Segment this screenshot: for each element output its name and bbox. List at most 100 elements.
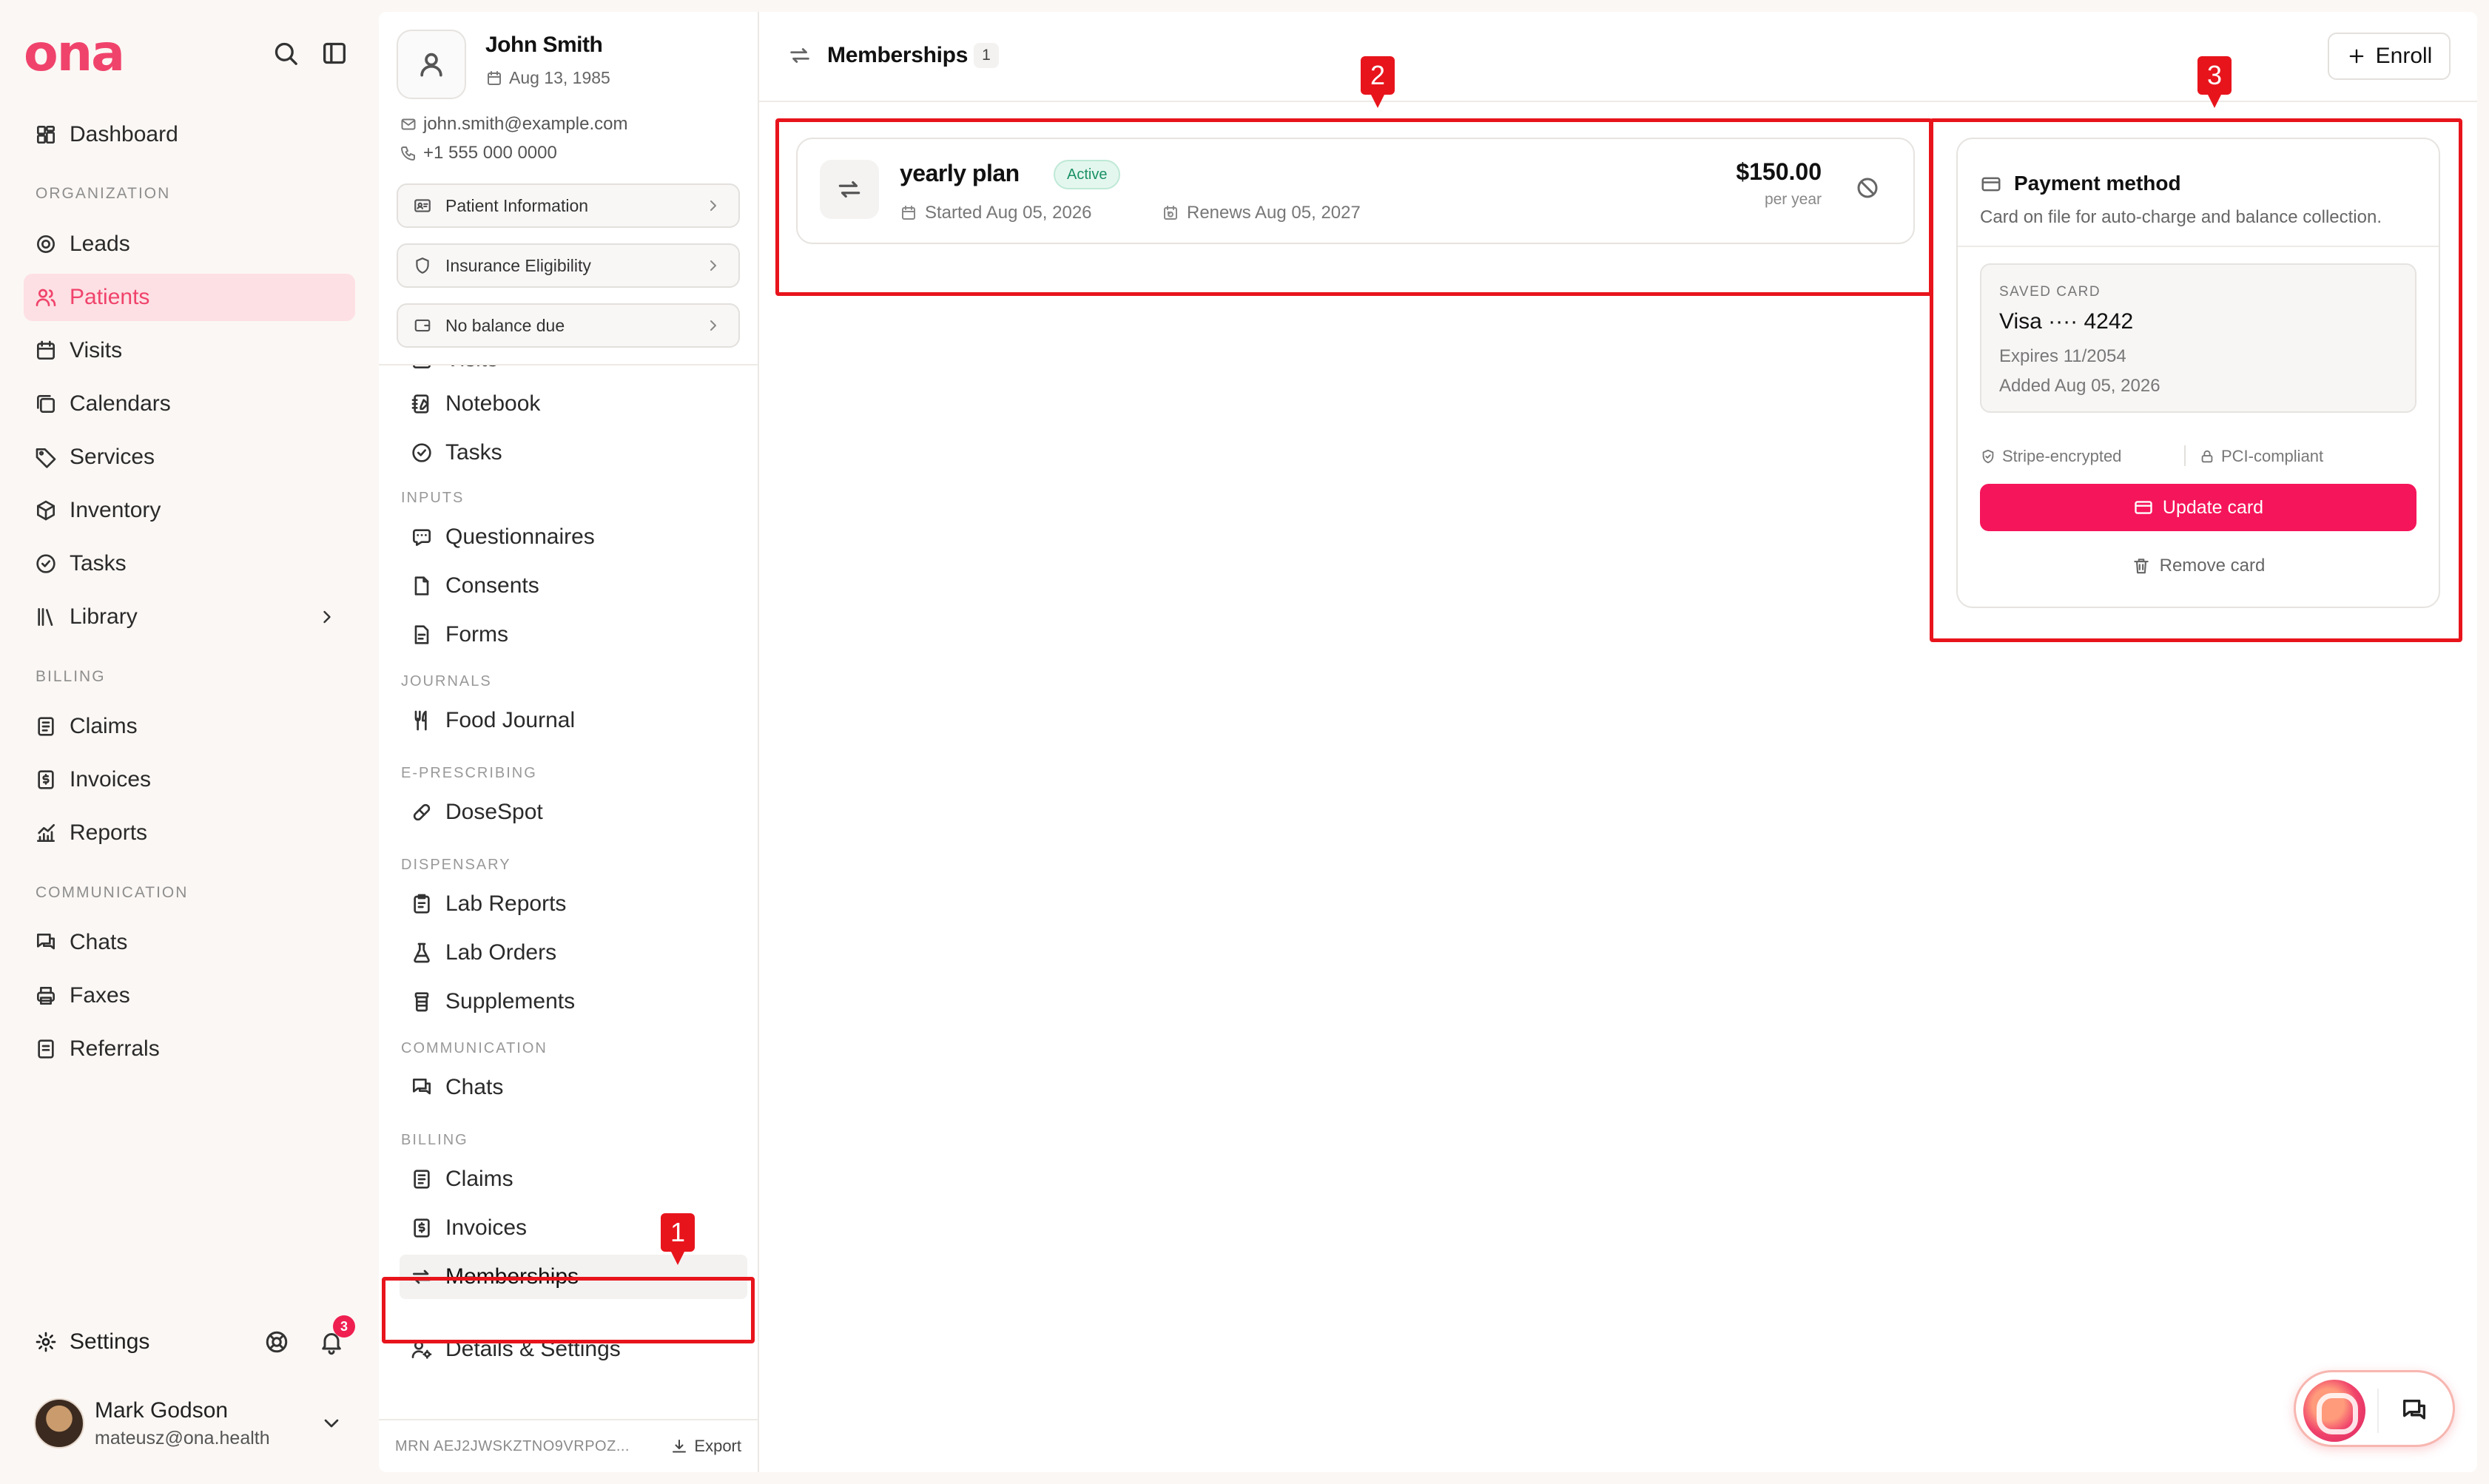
avatar[interactable] (34, 1398, 84, 1448)
pill-icon (413, 803, 431, 821)
menu-label: Consents (445, 573, 539, 598)
nav-label: Chats (70, 930, 128, 954)
clipboard-icon (414, 894, 430, 914)
balance-button[interactable]: No balance due (397, 303, 740, 348)
section-communication: COMMUNICATION (36, 884, 189, 901)
divider (2377, 1389, 2379, 1433)
nav-leads[interactable]: Leads (24, 220, 355, 268)
calendar-icon (37, 340, 55, 360)
nav-claims[interactable]: Claims (24, 703, 355, 750)
menu-lab-reports[interactable]: Lab Reports (400, 882, 747, 926)
export-label: Export (694, 1437, 741, 1455)
nav-label: Faxes (70, 983, 130, 1008)
nav-tasks[interactable]: Tasks (24, 540, 355, 587)
menu-questionnaires[interactable]: Questionnaires (400, 515, 747, 559)
patient-phone[interactable]: +1 555 000 0000 (400, 143, 557, 163)
users-icon (36, 289, 56, 306)
section-organization: ORGANIZATION (36, 185, 171, 202)
chat-icon[interactable] (2399, 1396, 2429, 1426)
nav-inventory[interactable]: Inventory (24, 487, 355, 534)
nav-dashboard[interactable]: Dashboard (24, 111, 355, 158)
check-circle-icon (412, 443, 431, 462)
nav-label: Referrals (70, 1036, 160, 1061)
menu-notebook[interactable]: Notebook (400, 382, 747, 426)
menu-label: Claims (445, 1167, 513, 1191)
nav-referrals[interactable]: Referrals (24, 1025, 355, 1073)
shield-icon (416, 257, 429, 274)
memberships-count-badge: 1 (974, 43, 999, 68)
annotation-label-3: 3 (2197, 56, 2232, 108)
box-icon (37, 500, 55, 521)
menu-claims[interactable]: Claims (400, 1157, 747, 1201)
search-icon[interactable] (271, 38, 300, 68)
nav-library[interactable]: Library (24, 593, 355, 641)
chevron-down-icon[interactable] (320, 1412, 343, 1435)
menu-label: Food Journal (445, 708, 576, 732)
patient-information-label: Patient Information (445, 195, 589, 215)
insurance-eligibility-button[interactable]: Insurance Eligibility (397, 243, 740, 288)
nav-faxes[interactable]: Faxes (24, 972, 355, 1019)
patient-dob-text: Aug 13, 1985 (509, 68, 610, 87)
patient-dob: Aug 13, 1985 (485, 68, 610, 88)
menu-label: Chats (445, 1075, 504, 1099)
download-icon (673, 1440, 687, 1453)
patient-information-button[interactable]: Patient Information (397, 183, 740, 228)
nav-invoices[interactable]: Invoices (24, 756, 355, 803)
nav-patients[interactable]: Patients (24, 274, 355, 321)
menu-invoices[interactable]: Invoices (400, 1206, 747, 1250)
phone-icon (401, 146, 415, 161)
section-communication: COMMUNICATION (401, 1040, 548, 1056)
assistant-orb-icon[interactable] (2303, 1380, 2365, 1442)
annotation-box-3 (1930, 118, 2462, 642)
sidebar-toggle-icon[interactable] (320, 38, 349, 68)
dashboard-icon (37, 126, 55, 144)
menu-label: Lab Reports (445, 891, 567, 916)
menu-consents[interactable]: Consents (400, 564, 747, 608)
nav-label: Claims (70, 714, 138, 738)
enroll-label: Enroll (2375, 44, 2433, 68)
nav-label: Visits (70, 338, 123, 362)
menu-dosespot[interactable]: DoseSpot (400, 790, 747, 834)
patient-email-text: john.smith@example.com (423, 114, 628, 134)
repeat-icon (787, 43, 812, 68)
user-name: Mark Godson (95, 1398, 229, 1423)
menu-tasks[interactable]: Tasks (400, 431, 747, 475)
nav-services[interactable]: Services (24, 434, 355, 481)
id-card-icon (414, 199, 431, 212)
floating-assistant-widget (2294, 1370, 2455, 1447)
menu-supplements[interactable]: Supplements (400, 979, 747, 1024)
menu-food-journal[interactable]: Food Journal (400, 698, 747, 743)
annotation-box-2 (775, 118, 1933, 296)
menu-visits[interactable]: Visits (400, 365, 747, 382)
invoice-icon (38, 770, 54, 789)
menu-lab-orders[interactable]: Lab Orders (400, 931, 747, 975)
form-icon (414, 625, 429, 644)
library-icon (38, 608, 53, 626)
nav-reports[interactable]: Reports (24, 809, 355, 857)
enroll-button[interactable]: Enroll (2328, 33, 2451, 80)
menu-label: Forms (445, 622, 508, 647)
settings-link[interactable]: Settings (24, 1318, 355, 1366)
nav-label: Patients (70, 285, 150, 309)
ona-logo[interactable]: ona (24, 28, 125, 80)
target-icon (37, 235, 55, 253)
menu-forms[interactable]: Forms (400, 613, 747, 657)
questionnaire-icon (413, 529, 431, 546)
plus-icon (2349, 49, 2363, 64)
printer-icon (37, 987, 55, 1005)
menu-label: DoseSpot (445, 800, 543, 824)
lifebuoy-icon[interactable] (263, 1329, 290, 1355)
nav-label: Invoices (70, 767, 152, 792)
nav-calendars[interactable]: Calendars (24, 380, 355, 428)
menu-label: Tasks (445, 440, 502, 465)
nav-chats[interactable]: Chats (24, 919, 355, 966)
menu-chats[interactable]: Chats (400, 1065, 747, 1110)
nav-label: Dashboard (70, 122, 178, 146)
section-inputs: INPUTS (401, 490, 465, 506)
patient-name: John Smith (485, 33, 603, 57)
nav-visits[interactable]: Visits (24, 327, 355, 374)
patient-menu: Visits Notebook Tasks INPUTS Questionnai… (379, 364, 758, 1414)
export-button[interactable]: Export (670, 1437, 741, 1456)
nav-label: Inventory (70, 498, 161, 522)
patient-email[interactable]: john.smith@example.com (400, 114, 627, 135)
